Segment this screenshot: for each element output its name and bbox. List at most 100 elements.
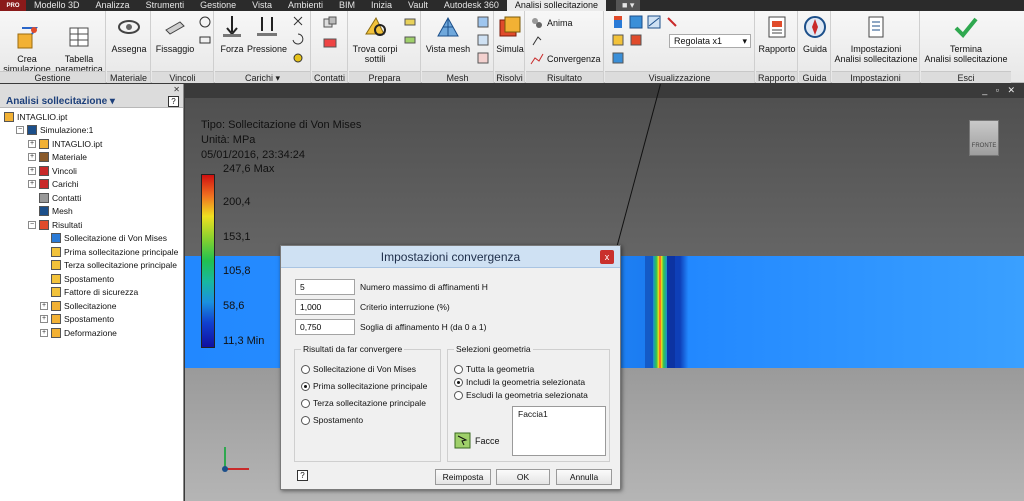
- close-icon[interactable]: ✕: [173, 85, 180, 94]
- radio-von-mises[interactable]: Sollecitazione di Von Mises: [301, 364, 416, 374]
- expand-icon[interactable]: +: [28, 153, 36, 161]
- collapse-icon[interactable]: −: [16, 126, 24, 134]
- probe-icon[interactable]: [530, 34, 544, 48]
- min-value-icon[interactable]: [611, 33, 625, 47]
- tree-node[interactable]: Prima sollecitazione principale: [40, 245, 178, 258]
- tree-node-icon: [4, 111, 14, 122]
- simula-button[interactable]: Simula: [495, 14, 525, 54]
- expand-icon[interactable]: +: [40, 301, 48, 310]
- manual-contacts-icon[interactable]: [322, 35, 338, 51]
- guida-button[interactable]: Guida: [800, 14, 830, 54]
- tree-node[interactable]: + INTAGLIO.ipt: [28, 137, 102, 150]
- panel-carichi-label[interactable]: Carichi ▾: [215, 71, 310, 83]
- tab-extra-dropdown[interactable]: ■ ▾: [615, 0, 641, 11]
- refinement-threshold-input[interactable]: [295, 319, 355, 335]
- automatic-contacts-icon[interactable]: [322, 15, 338, 31]
- close-icon[interactable]: x: [600, 250, 614, 264]
- tab-analizza[interactable]: Analizza: [88, 0, 138, 11]
- tree-node[interactable]: + Vincoli: [28, 164, 77, 177]
- tree-node[interactable]: + Sollecitazione: [40, 299, 116, 312]
- dialog-titlebar[interactable]: Impostazioni convergenza x: [281, 246, 620, 268]
- rapporto-button[interactable]: Rapporto: [757, 14, 797, 54]
- window-controls[interactable]: _ ▫ ✕: [982, 85, 1018, 96]
- tab-bim[interactable]: BIM: [331, 0, 363, 11]
- expand-icon[interactable]: +: [28, 166, 36, 175]
- tab-vista[interactable]: Vista: [244, 0, 280, 11]
- tab-vault[interactable]: Vault: [400, 0, 436, 11]
- tab-inizia[interactable]: Inizia: [363, 0, 400, 11]
- forza-button[interactable]: Forza: [217, 14, 247, 54]
- tree-node[interactable]: Contatti: [28, 191, 81, 204]
- list-item[interactable]: Faccia1: [518, 409, 600, 419]
- tree-node[interactable]: Spostamento: [40, 272, 114, 285]
- tree-node[interactable]: Fattore di sicurezza: [40, 286, 138, 299]
- tree-node[interactable]: Terza sollecitazione principale: [40, 259, 177, 272]
- midsurface-icon[interactable]: [403, 15, 417, 29]
- help-icon[interactable]: ?: [168, 96, 179, 107]
- panel-materiale-label: Materiale: [107, 71, 150, 83]
- smooth-shading-icon[interactable]: [647, 15, 661, 29]
- displacement-display-icon[interactable]: [611, 51, 625, 65]
- tab-modello-3d[interactable]: Modello 3D: [26, 0, 88, 11]
- tab-autodesk-360[interactable]: Autodesk 360: [436, 0, 507, 11]
- pressione-button[interactable]: Pressione: [247, 14, 287, 54]
- termina-button[interactable]: Termina Analisi sollecitazione: [922, 14, 1010, 64]
- tree-node-label: Fattore di sicurezza: [64, 287, 139, 297]
- mesh-settings-icon[interactable]: [476, 15, 490, 29]
- cancel-button[interactable]: Annulla: [556, 469, 612, 485]
- tree-node[interactable]: + Spostamento: [40, 313, 114, 326]
- convergenza-button[interactable]: Convergenza: [530, 52, 601, 66]
- expand-icon[interactable]: +: [28, 139, 36, 148]
- moment-icon[interactable]: [291, 32, 305, 46]
- pin-constraint-icon[interactable]: [198, 15, 212, 29]
- expand-icon[interactable]: +: [40, 315, 48, 323]
- radio-exclude-selected[interactable]: Escludi la geometria selezionata: [454, 390, 588, 400]
- help-icon[interactable]: ?: [297, 470, 308, 481]
- tree-node[interactable]: − Risultati: [28, 218, 82, 231]
- tree-node[interactable]: + Carichi: [28, 178, 78, 191]
- anima-button[interactable]: Anima: [530, 16, 573, 30]
- trova-corpi-sottili-button[interactable]: Trova corpi sottili: [351, 14, 399, 64]
- boundary-conditions-icon[interactable]: [629, 33, 643, 47]
- impostazioni-button[interactable]: Impostazioni Analisi sollecitazione: [833, 14, 919, 64]
- radio-first-principal[interactable]: Prima sollecitazione principale: [301, 381, 427, 391]
- local-mesh-icon[interactable]: [476, 33, 490, 47]
- browser-title-dropdown[interactable]: Analisi sollecitazione ▾: [6, 96, 115, 107]
- radio-third-principal[interactable]: Terza sollecitazione principale: [301, 398, 426, 408]
- expand-icon[interactable]: +: [40, 328, 48, 337]
- selected-faces-list[interactable]: Faccia1: [512, 406, 606, 456]
- tab-ambienti[interactable]: Ambienti: [280, 0, 331, 11]
- convergence-settings-icon[interactable]: [476, 51, 490, 65]
- radio-all-geometry[interactable]: Tutta la geometria: [454, 364, 534, 374]
- vista-mesh-button[interactable]: Vista mesh: [424, 14, 472, 54]
- max-value-icon[interactable]: [665, 15, 679, 29]
- tab-analisi-sollecitazione[interactable]: Analisi sollecitazione: [506, 0, 606, 11]
- radio-include-selected[interactable]: Includi la geometria selezionata: [454, 377, 585, 387]
- contour-shading-icon[interactable]: [629, 15, 643, 29]
- reset-button[interactable]: Reimposta: [435, 469, 491, 485]
- faces-selector[interactable]: Facce: [454, 432, 500, 449]
- fissaggio-button[interactable]: Fissaggio: [154, 14, 196, 54]
- tab-strumenti[interactable]: Strumenti: [138, 0, 193, 11]
- ok-button[interactable]: OK: [496, 469, 550, 485]
- tree-node[interactable]: + Deformazione: [40, 326, 117, 339]
- expand-icon[interactable]: +: [28, 180, 36, 188]
- tab-gestione[interactable]: Gestione: [192, 0, 244, 11]
- tree-node[interactable]: − Simulazione:1: [16, 124, 93, 137]
- radio-displacement[interactable]: Spostamento: [301, 415, 363, 425]
- max-refinements-input[interactable]: [295, 279, 355, 295]
- tree-node[interactable]: Sollecitazione di Von Mises: [40, 232, 167, 245]
- color-bar-icon[interactable]: [611, 15, 625, 29]
- tree-node[interactable]: Mesh: [28, 205, 73, 218]
- frictionless-constraint-icon[interactable]: [198, 33, 212, 47]
- tree-node[interactable]: INTAGLIO.ipt: [4, 110, 67, 123]
- view-cube[interactable]: FRONTE: [969, 120, 999, 156]
- offset-icon[interactable]: [403, 33, 417, 47]
- gravity-icon[interactable]: [291, 50, 305, 64]
- tree-node[interactable]: + Materiale: [28, 151, 87, 164]
- collapse-icon[interactable]: −: [28, 220, 36, 229]
- bearing-load-icon[interactable]: [291, 14, 305, 28]
- assegna-button[interactable]: Assegna: [109, 14, 149, 54]
- stop-criteria-input[interactable]: [295, 299, 355, 315]
- deformation-scale-select[interactable]: Regolata x1 ▾: [669, 34, 751, 48]
